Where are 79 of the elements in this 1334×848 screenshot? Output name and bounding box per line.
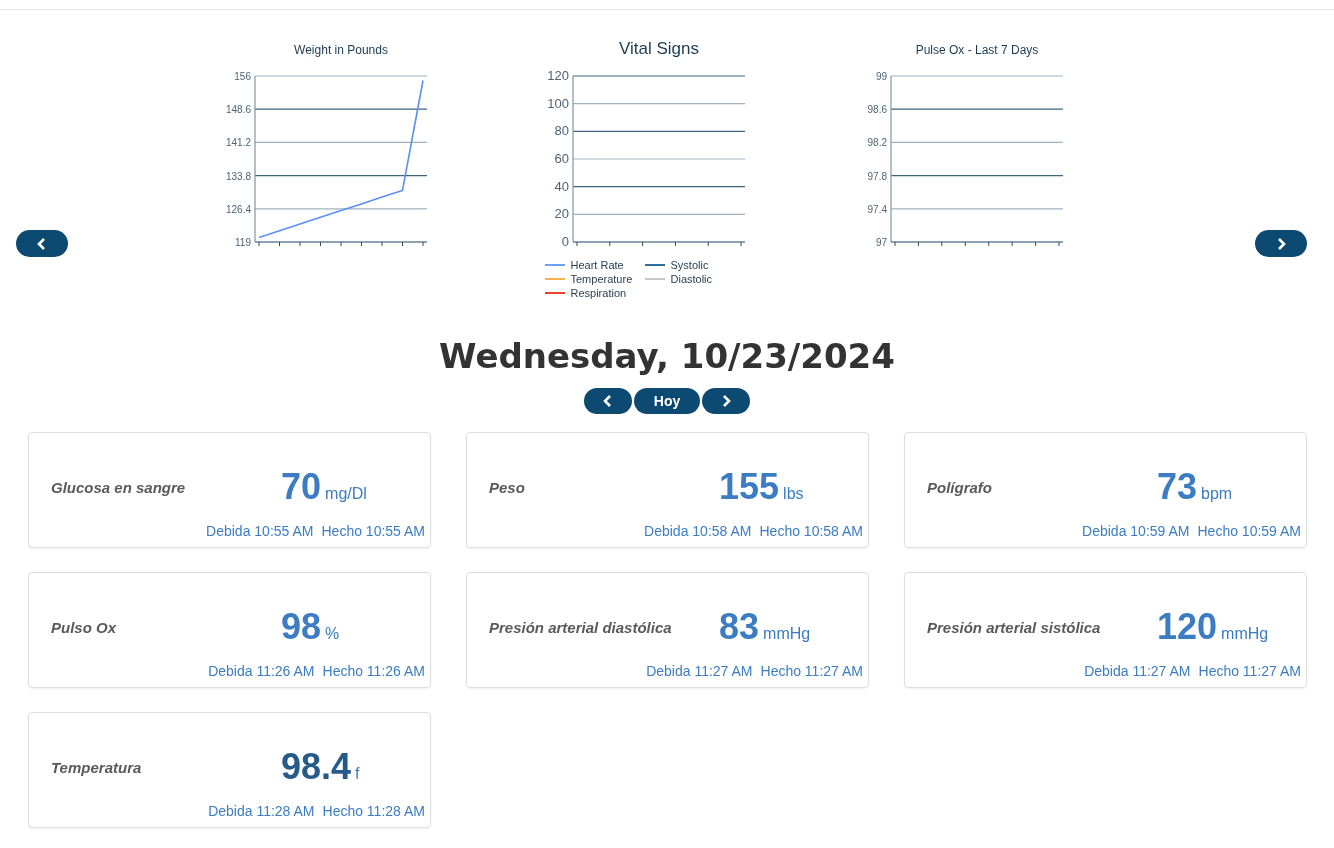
legend-label: Heart Rate xyxy=(570,259,624,271)
axis-label: 20 xyxy=(554,206,569,222)
date-heading: Wednesday, 10/23/2024 xyxy=(438,336,896,376)
chevron-left-icon xyxy=(37,237,47,250)
measurement-card[interactable]: Glucosa en sangre 70 mg/Dl Debida 10:55 AM Hecho 10:55 AM xyxy=(28,432,431,548)
measurement-card[interactable]: Polígrafo 73 bpm Debida 10:59 AM Hecho 10:59 AM xyxy=(904,432,1307,548)
measurement-unit: mmHg xyxy=(1221,625,1269,643)
axis-label: 100 xyxy=(546,95,569,111)
axis-label: 97 xyxy=(875,237,887,248)
axis-label: 98.2 xyxy=(867,137,887,149)
axis-label: 126.4 xyxy=(225,203,251,215)
due-time: Debida 11:26 AM xyxy=(208,663,315,679)
measurement-unit: % xyxy=(325,625,340,643)
legend-label: Systolic xyxy=(670,259,709,271)
measurement-name: Peso xyxy=(489,478,526,496)
axis-label: 40 xyxy=(554,178,569,194)
measurement-name: Glucosa en sangre xyxy=(51,478,187,496)
axis-label: 99 xyxy=(875,71,887,82)
measurement-unit: mmHg xyxy=(763,625,811,643)
axis-label: 97.4 xyxy=(867,203,887,215)
measurement-unit: bpm xyxy=(1201,485,1233,503)
axis-label: 60 xyxy=(554,151,569,166)
measurement-value: 98 xyxy=(281,606,322,648)
previous-day-button[interactable] xyxy=(584,388,632,414)
next-day-button[interactable] xyxy=(702,388,750,414)
done-time: Hecho 10:58 AM xyxy=(759,523,863,539)
measurement-card[interactable]: Temperatura 98.4 f Debida 11:28 AM Hecho 11:28 AM xyxy=(28,712,431,828)
axis-label: 148.6 xyxy=(225,104,251,116)
axis-label: 0 xyxy=(561,234,569,249)
previous-button[interactable] xyxy=(16,230,68,257)
measurement-value: 155 xyxy=(719,466,780,508)
chevron-right-icon xyxy=(721,395,731,407)
done-time: Hecho 10:59 AM xyxy=(1197,523,1301,539)
axis-label: 97.8 xyxy=(867,170,887,182)
measurement-name: Pulso Ox xyxy=(51,618,118,636)
done-time: Hecho 10:55 AM xyxy=(321,523,425,539)
legend-label: Diastolic xyxy=(670,273,713,285)
measurement-card[interactable]: Peso 155 lbs Debida 10:58 AM Hecho 10:58 AM xyxy=(466,432,869,548)
axis-label: 133.8 xyxy=(225,170,251,182)
measurement-unit: lbs xyxy=(783,485,804,503)
measurement-name: Presión arterial sistólica xyxy=(927,618,1102,636)
chart-title: Vital Signs xyxy=(618,39,699,58)
measurement-value: 70 xyxy=(281,466,322,508)
measurement-card[interactable]: Pulso Ox 98% Debida 11:26 AM Hecho 11:26 AM xyxy=(28,572,431,688)
measurement-value: 120 xyxy=(1157,606,1218,648)
axis-label: 156 xyxy=(233,71,251,82)
measurement-name: Polígrafo xyxy=(927,478,993,496)
measurement-unit: f xyxy=(355,765,360,783)
due-time: Debida 11:27 AM xyxy=(1084,663,1191,679)
axis-label: 80 xyxy=(554,123,569,139)
chart-title: Pulse Ox - Last 7 Days xyxy=(915,43,1038,57)
due-time: Debida 10:59 AM xyxy=(1082,523,1190,539)
done-time: Hecho 11:26 AM xyxy=(322,663,425,679)
chevron-left-icon xyxy=(603,395,613,407)
chart-title: Weight in Pounds xyxy=(293,43,388,57)
axis-label: 119 xyxy=(234,237,251,248)
measurement-value: 73 xyxy=(1157,466,1198,508)
measurement-unit: mg/Dl xyxy=(325,485,367,503)
due-time: Debida 11:27 AM xyxy=(646,663,753,679)
measurement-card[interactable]: Presión arterial sistólica 120 mmHg Debida 11:27 AM Hecho 11:27 AM xyxy=(904,572,1307,688)
today-button[interactable]: Hoy xyxy=(634,388,700,414)
measurement-card[interactable]: Presión arterial diastólica 83 mmHg Debida 11:27 AM Hecho 11:27 AM xyxy=(466,572,869,688)
axis-label: 120 xyxy=(546,68,569,83)
measurement-value: 98.4 xyxy=(281,746,352,788)
done-time: Hecho 11:28 AM xyxy=(322,803,425,819)
due-time: Debida 11:28 AM xyxy=(208,803,315,819)
next-button[interactable] xyxy=(1255,230,1307,257)
legend-label: Temperature xyxy=(570,273,633,285)
due-time: Debida 10:55 AM xyxy=(206,523,314,539)
axis-label: 98.6 xyxy=(867,104,887,116)
axis-label: 141.2 xyxy=(225,137,251,149)
measurement-name: Presión arterial diastólica xyxy=(489,618,673,636)
measurement-value: 83 xyxy=(719,606,760,648)
chevron-right-icon xyxy=(1276,237,1286,250)
legend-label: Respiration xyxy=(570,287,627,299)
due-time: Debida 10:58 AM xyxy=(644,523,752,539)
measurement-name: Temperatura xyxy=(51,758,143,776)
done-time: Hecho 11:27 AM xyxy=(760,663,863,679)
done-time: Hecho 11:27 AM xyxy=(1198,663,1301,679)
